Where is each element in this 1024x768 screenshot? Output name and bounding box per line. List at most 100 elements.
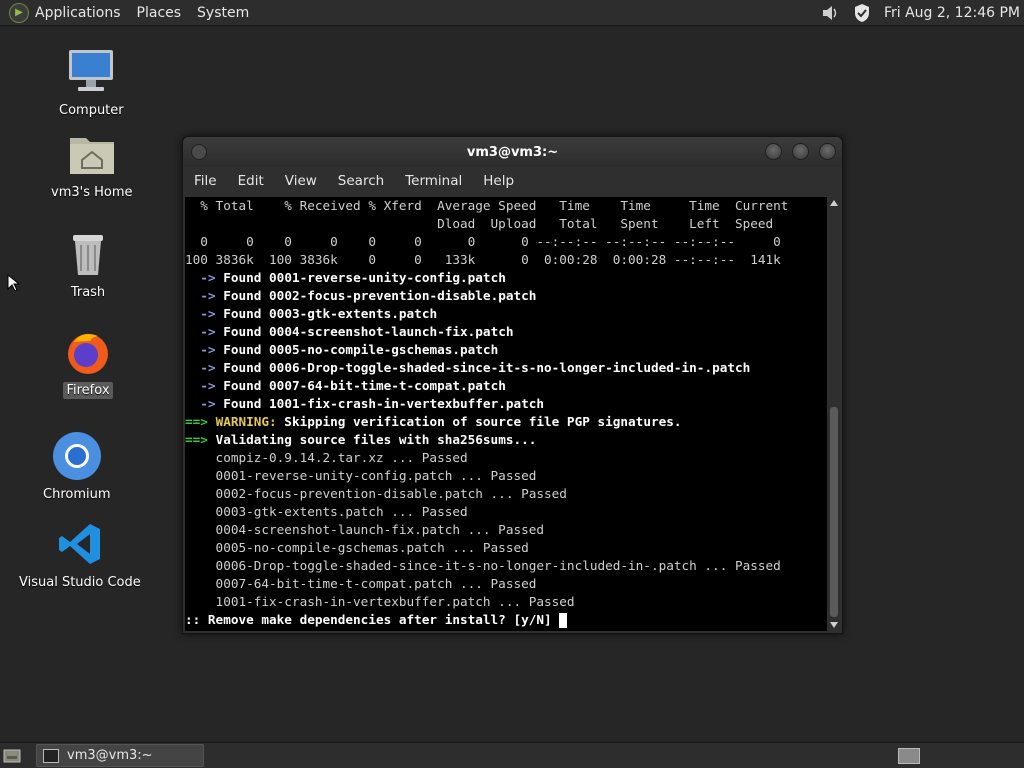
scroll-up-arrow-icon[interactable] (828, 197, 840, 209)
scroll-down-arrow-icon[interactable] (828, 619, 840, 631)
firefox-icon (60, 324, 116, 380)
terminal-output[interactable]: % Total % Received % Xferd Average Speed… (185, 197, 827, 631)
menu-terminal[interactable]: Terminal (405, 173, 462, 189)
found-label: Found (223, 288, 270, 303)
terminal-line: -> Found 0006-Drop-toggle-shaded-since-i… (185, 359, 827, 377)
desktop-icon-computer[interactable]: Computer (56, 44, 127, 119)
terminal-line: 1001-fix-crash-in-vertexbuffer.patch ...… (185, 594, 575, 609)
found-file: 0007-64-bit-time-t-compat.patch (269, 378, 506, 393)
system-menu[interactable]: System (197, 5, 249, 21)
found-file: 0003-gtk-extents.patch (269, 306, 438, 321)
window-titlebar[interactable]: vm3@vm3:~ (183, 137, 842, 167)
terminal-line: 0002-focus-prevention-disable.patch ... … (185, 486, 567, 501)
bottom-panel: vm3@vm3:~ (0, 742, 1024, 768)
places-menu[interactable]: Places (137, 5, 182, 21)
window-title: vm3@vm3:~ (466, 144, 559, 160)
volume-icon[interactable] (820, 3, 840, 23)
found-file: 0004-screenshot-launch-fix.patch (269, 324, 514, 339)
scrollbar-thumb[interactable] (830, 407, 838, 617)
desktop-icon-trash[interactable]: Trash (60, 226, 116, 301)
main-menu: ▶ Applications Places System (0, 2, 265, 23)
terminal-line: -> Found 0003-gtk-extents.patch (185, 305, 827, 323)
home-folder-icon (64, 126, 120, 182)
terminal-scrollbar[interactable] (828, 197, 840, 631)
menu-view[interactable]: View (285, 173, 317, 189)
desktop-icon-label: Computer (59, 103, 124, 118)
found-arrow: -> (185, 270, 224, 285)
found-label: Found (223, 378, 270, 393)
close-button[interactable] (819, 143, 836, 160)
terminal-line: ==> WARNING: Skipping verification of so… (185, 413, 827, 431)
top-panel: ▶ Applications Places System Fri Aug 2, … (0, 0, 1024, 26)
terminal-menubar: File Edit View Search Terminal Help (183, 167, 842, 195)
minimize-button[interactable] (765, 143, 782, 160)
terminal-line: ==> Validating source files with sha256s… (185, 431, 827, 449)
shield-icon[interactable] (852, 3, 872, 23)
maximize-button[interactable] (792, 143, 809, 160)
terminal-prompt-line[interactable]: :: Remove make dependencies after instal… (185, 611, 827, 629)
system-tray: Fri Aug 2, 12:46 PM (820, 3, 1024, 23)
chromium-icon (49, 428, 105, 484)
found-file: 0002-focus-prevention-disable.patch (269, 288, 537, 303)
warning-label: WARNING: (215, 414, 277, 429)
taskbar-terminal-button[interactable]: vm3@vm3:~ (36, 744, 204, 767)
terminal-window[interactable]: vm3@vm3:~ File Edit View Search Terminal… (182, 136, 843, 634)
terminal-line: 0001-reverse-unity-config.patch ... Pass… (185, 468, 537, 483)
menu-file[interactable]: File (194, 173, 217, 189)
found-label: Found (223, 306, 270, 321)
desktop-icon-label: Trash (70, 285, 106, 300)
terminal-line: compiz-0.9.14.2.tar.xz ... Passed (185, 450, 468, 465)
terminal-line: -> Found 0001-reverse-unity-config.patch (185, 269, 827, 287)
desktop-icon-label: vm3's Home (51, 185, 133, 200)
computer-icon (63, 44, 119, 100)
menu-help[interactable]: Help (483, 173, 514, 189)
status-arrow: ==> (185, 432, 216, 447)
found-arrow: -> (185, 288, 224, 303)
terminal-line: 0007-64-bit-time-t-compat.patch ... Pass… (185, 576, 537, 591)
found-arrow: -> (185, 378, 224, 393)
desktop-icon-label: Chromium (43, 487, 111, 502)
desktop-icon-vscode[interactable]: Visual Studio Code (16, 516, 144, 591)
menu-search[interactable]: Search (338, 173, 384, 189)
terminal-line: 0003-gtk-extents.patch ... Passed (185, 504, 468, 519)
applications-menu[interactable]: Applications (35, 5, 121, 21)
found-arrow: -> (185, 342, 224, 357)
window-menu-button[interactable] (191, 144, 207, 160)
desktop-icon-chromium[interactable]: Chromium (40, 428, 114, 503)
terminal-line: 0005-no-compile-gschemas.patch ... Passe… (185, 540, 529, 555)
terminal-line: -> Found 0002-focus-prevention-disable.p… (185, 287, 827, 305)
desktop-icon-home[interactable]: vm3's Home (48, 126, 136, 201)
clock[interactable]: Fri Aug 2, 12:46 PM (884, 5, 1020, 21)
terminal-line: Dload Upload Total Spent Left Speed (185, 216, 774, 231)
prompt-text: :: Remove make dependencies after instal… (185, 612, 560, 627)
terminal-line: -> Found 0007-64-bit-time-t-compat.patch (185, 377, 827, 395)
desktop-icon-label: Firefox (63, 382, 113, 399)
terminal-line: 0004-screenshot-launch-fix.patch ... Pas… (185, 522, 545, 537)
found-label: Found (223, 396, 270, 411)
found-arrow: -> (185, 396, 224, 411)
found-file: 0001-reverse-unity-config.patch (269, 270, 506, 285)
desktop-icon-firefox[interactable]: Firefox (60, 324, 116, 399)
show-desktop-icon[interactable] (2, 747, 22, 765)
found-arrow: -> (185, 360, 224, 375)
trash-icon (60, 226, 116, 282)
desktop-icon-label: Visual Studio Code (19, 575, 141, 590)
terminal-line: 0006-Drop-toggle-shaded-since-it-s-no-lo… (185, 558, 781, 573)
terminal-line: -> Found 0004-screenshot-launch-fix.patc… (185, 323, 827, 341)
validating-text: Validating source files with sha256sums.… (215, 432, 537, 447)
found-file: 1001-fix-crash-in-vertexbuffer.patch (269, 396, 545, 411)
terminal-line: % Total % Received % Xferd Average Speed… (185, 198, 789, 213)
vscode-icon (52, 516, 108, 572)
found-label: Found (223, 360, 270, 375)
distro-logo-icon[interactable]: ▶ (9, 2, 29, 23)
workspace-switcher[interactable] (898, 747, 920, 764)
found-arrow: -> (185, 306, 224, 321)
status-arrow: ==> (185, 414, 216, 429)
terminal-line: 100 3836k 100 3836k 0 0 133k 0 0:00:28 0… (185, 252, 781, 267)
terminal-line: 0 0 0 0 0 0 0 0 --:--:-- --:--:-- --:--:… (185, 234, 781, 249)
menu-edit[interactable]: Edit (238, 173, 264, 189)
found-label: Found (223, 270, 270, 285)
warning-text: Skipping verification of source file PGP… (276, 414, 682, 429)
taskbar-label: vm3@vm3:~ (67, 748, 153, 763)
terminal-line: -> Found 0005-no-compile-gschemas.patch (185, 341, 827, 359)
